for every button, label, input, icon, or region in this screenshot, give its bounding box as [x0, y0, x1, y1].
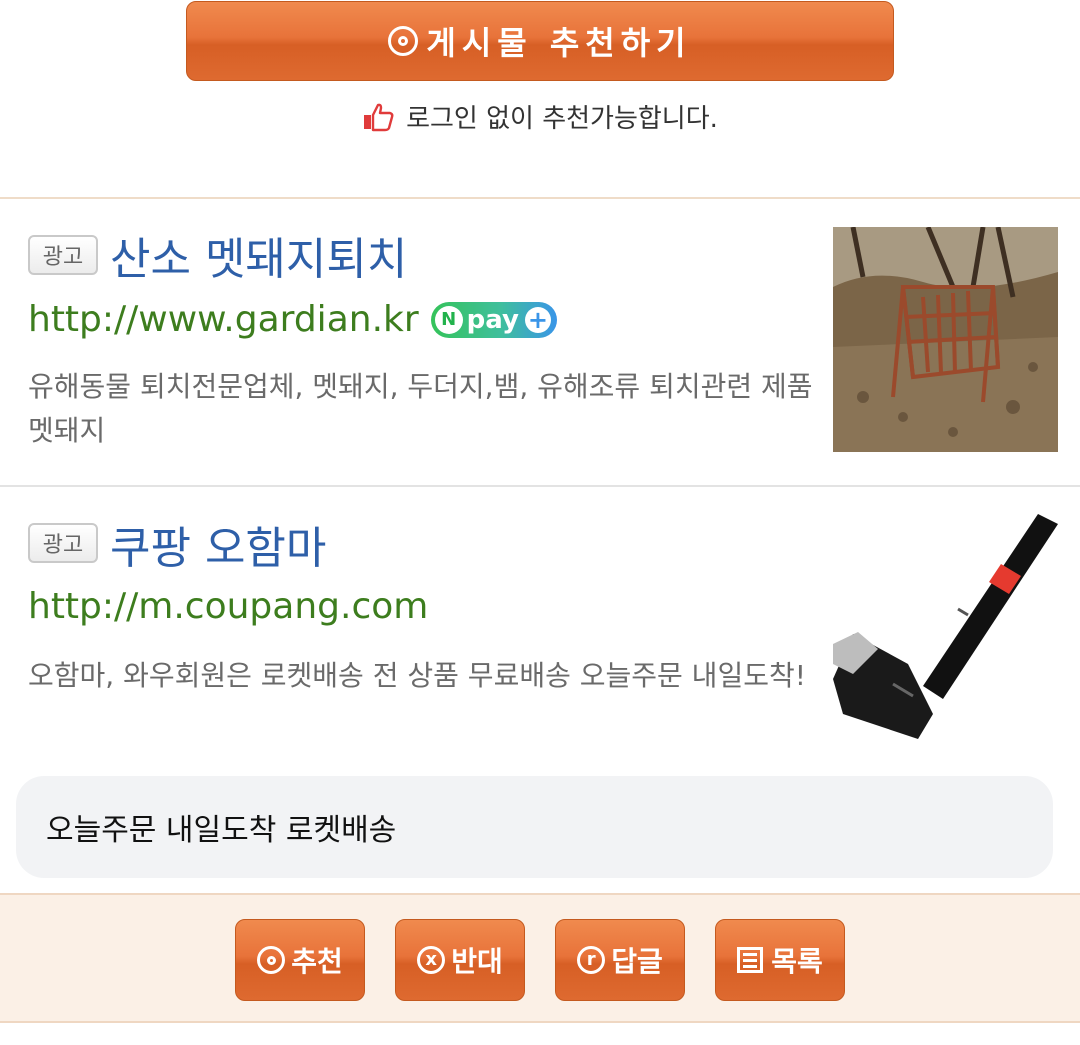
naver-n-icon: N	[434, 305, 463, 334]
oppose-label: 반대	[451, 945, 503, 978]
ad-item[interactable]: 광고 쿠팡 오함마 http://m.coupang.com 오함마, 와우회원…	[0, 488, 1080, 758]
suggestion-box[interactable]: 오늘주문 내일도착 로켓배송	[16, 776, 1053, 878]
npay-label: pay	[466, 304, 519, 335]
target-icon	[257, 946, 286, 974]
ad-badge: 광고	[28, 523, 98, 563]
ad-url-text: http://www.gardian.kr	[28, 299, 419, 340]
npay-badge: N pay +	[430, 301, 557, 338]
ad-title[interactable]: 산소 멧돼지퇴치	[110, 223, 407, 287]
action-bar: 추천 x 반대 r 답글 목록	[0, 893, 1080, 1023]
ad-image-trap[interactable]	[833, 227, 1058, 452]
ad-description: 유해동물 퇴치전문업체, 멧돼지, 두더지,뱀, 유해조류 퇴치관련 제품 멧돼…	[28, 370, 813, 447]
recommend-note-text: 로그인 없이 추천가능합니다.	[406, 104, 718, 134]
recommend-post-label: 게시물 추천하기	[426, 24, 692, 62]
suggestion-text: 오늘주문 내일도착 로켓배송	[46, 813, 397, 848]
recommend-button[interactable]: 추천	[235, 919, 365, 1001]
recommend-post-button[interactable]: 게시물 추천하기	[186, 1, 894, 81]
ad-item[interactable]: 광고 산소 멧돼지퇴치 http://www.gardian.kr N pay …	[0, 199, 1080, 487]
reply-button[interactable]: r 답글	[555, 919, 685, 1001]
oppose-button[interactable]: x 반대	[395, 919, 525, 1001]
ad-image-hammer[interactable]	[833, 514, 1058, 739]
ad-badge: 광고	[28, 235, 98, 275]
ad-url-text: http://m.coupang.com	[28, 586, 429, 627]
list-label: 목록	[771, 945, 823, 978]
reply-circle-icon: r	[577, 946, 606, 974]
list-icon	[737, 947, 764, 973]
reply-label: 답글	[611, 945, 663, 978]
x-circle-icon: x	[417, 946, 446, 974]
ad-title[interactable]: 쿠팡 오함마	[110, 512, 326, 576]
list-button[interactable]: 목록	[715, 919, 845, 1001]
ad-description: 오함마, 와우회원은 로켓배송 전 상품 무료배송 오늘주문 내일도착!	[28, 659, 806, 692]
recommend-note: 로그인 없이 추천가능합니다.	[0, 98, 1080, 135]
ad-url[interactable]: http://m.coupang.com	[28, 586, 428, 627]
target-icon	[388, 26, 419, 56]
thumbs-up-icon	[364, 103, 394, 131]
ad-url[interactable]: http://www.gardian.kr N pay +	[28, 299, 557, 340]
plus-icon: +	[524, 306, 551, 333]
recommend-label: 추천	[291, 945, 343, 978]
